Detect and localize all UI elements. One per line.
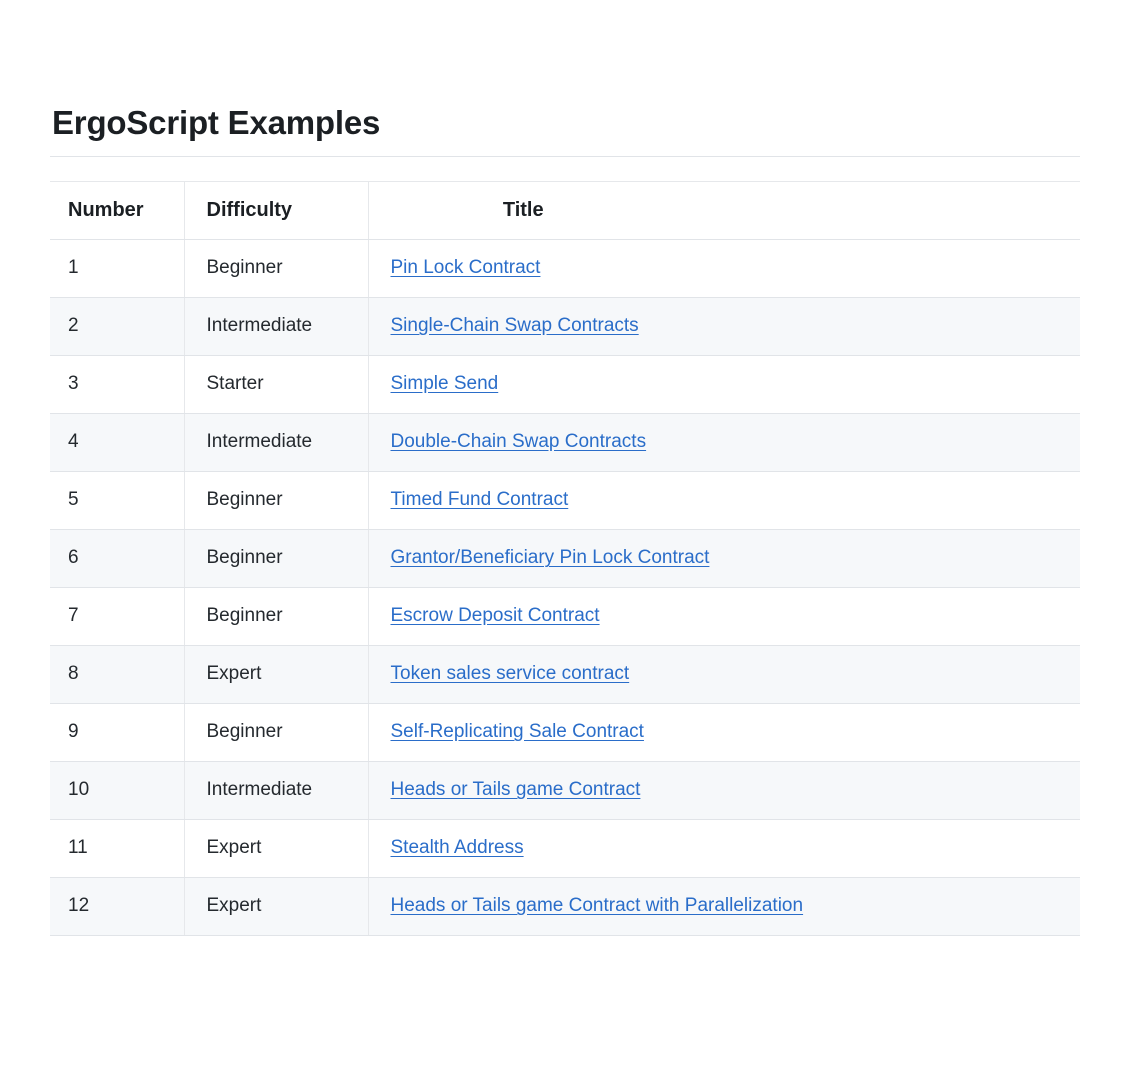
cell-difficulty: Intermediate xyxy=(184,297,369,356)
example-link[interactable]: Single-Chain Swap Contracts xyxy=(391,315,639,336)
example-link[interactable]: Grantor/Beneficiary Pin Lock Contract xyxy=(391,547,710,568)
table-row: 7 Beginner Escrow Deposit Contract xyxy=(50,587,1080,646)
table-row: 10 Intermediate Heads or Tails game Contra… xyxy=(50,761,1080,820)
cell-number: 9 xyxy=(50,703,185,762)
page-root: ErgoScript Examples Number Difficulty Ti… xyxy=(0,0,1148,1080)
cell-title: Stealth Address xyxy=(368,819,1080,878)
cell-title: Pin Lock Contract xyxy=(368,239,1080,298)
cell-title: Self-Replicating Sale Contract xyxy=(368,703,1080,762)
example-link[interactable]: Timed Fund Contract xyxy=(391,489,569,510)
content-container: ErgoScript Examples Number Difficulty Ti… xyxy=(50,104,1080,936)
cell-difficulty: Starter xyxy=(184,355,369,414)
cell-difficulty: Expert xyxy=(184,645,369,704)
table-header-row: Number Difficulty Title xyxy=(50,180,1080,240)
cell-number: 8 xyxy=(50,645,185,704)
cell-difficulty: Beginner xyxy=(184,529,369,588)
cell-difficulty: Expert xyxy=(184,819,369,878)
cell-difficulty: Intermediate xyxy=(184,761,369,820)
example-link[interactable]: Pin Lock Contract xyxy=(391,257,541,278)
column-header-number[interactable]: Number xyxy=(50,180,185,240)
title-divider xyxy=(50,155,1080,157)
table-body: 1 Beginner Pin Lock Contract 2 Intermediate S… xyxy=(50,239,1080,936)
table-header: Number Difficulty Title xyxy=(50,180,1080,240)
table-row: 4 Intermediate Double-Chain Swap Contracts xyxy=(50,413,1080,472)
cell-number: 11 xyxy=(50,819,185,878)
table-row: 5 Beginner Timed Fund Contract xyxy=(50,471,1080,530)
cell-title: Timed Fund Contract xyxy=(368,471,1080,530)
cell-difficulty: Beginner xyxy=(184,239,369,298)
cell-title: Single-Chain Swap Contracts xyxy=(368,297,1080,356)
column-header-title[interactable]: Title xyxy=(368,180,1080,240)
examples-table-container: Number Difficulty Title 1 Beginner Pin Loc… xyxy=(50,180,1080,936)
cell-number: 3 xyxy=(50,355,185,414)
table-row: 8 Expert Token sales service contract xyxy=(50,645,1080,704)
cell-number: 4 xyxy=(50,413,185,472)
cell-title: Heads or Tails game Contract with Parall… xyxy=(368,877,1080,936)
example-link[interactable]: Self-Replicating Sale Contract xyxy=(391,721,644,742)
cell-title: Grantor/Beneficiary Pin Lock Contract xyxy=(368,529,1080,588)
example-link[interactable]: Heads or Tails game Contract with Parall… xyxy=(391,895,804,916)
example-link[interactable]: Heads or Tails game Contract xyxy=(391,779,641,800)
cell-difficulty: Beginner xyxy=(184,587,369,646)
cell-title: Token sales service contract xyxy=(368,645,1080,704)
cell-title: Heads or Tails game Contract xyxy=(368,761,1080,820)
cell-number: 10 xyxy=(50,761,185,820)
table-row: 11 Expert Stealth Address xyxy=(50,819,1080,878)
table-row: 2 Intermediate Single-Chain Swap Contracts xyxy=(50,297,1080,356)
table-row: 3 Starter Simple Send xyxy=(50,355,1080,414)
example-link[interactable]: Simple Send xyxy=(391,373,499,394)
table-row: 9 Beginner Self-Replicating Sale Contract xyxy=(50,703,1080,762)
cell-number: 12 xyxy=(50,877,185,936)
cell-difficulty: Beginner xyxy=(184,471,369,530)
cell-number: 1 xyxy=(50,239,185,298)
example-link[interactable]: Double-Chain Swap Contracts xyxy=(391,431,647,452)
cell-title: Double-Chain Swap Contracts xyxy=(368,413,1080,472)
cell-title: Simple Send xyxy=(368,355,1080,414)
table-row: 1 Beginner Pin Lock Contract xyxy=(50,239,1080,298)
example-link[interactable]: Token sales service contract xyxy=(391,663,630,684)
table-row: 6 Beginner Grantor/Beneficiary Pin Lock Co… xyxy=(50,529,1080,588)
cell-difficulty: Beginner xyxy=(184,703,369,762)
column-header-difficulty[interactable]: Difficulty xyxy=(184,180,369,240)
example-link[interactable]: Stealth Address xyxy=(391,837,524,858)
page-title: ErgoScript Examples xyxy=(52,104,381,141)
example-link[interactable]: Escrow Deposit Contract xyxy=(391,605,600,626)
cell-difficulty: Expert xyxy=(184,877,369,936)
cell-number: 7 xyxy=(50,587,185,646)
cell-number: 2 xyxy=(50,297,185,356)
cell-title: Escrow Deposit Contract xyxy=(368,587,1080,646)
cell-difficulty: Intermediate xyxy=(184,413,369,472)
examples-table: Number Difficulty Title 1 Beginner Pin Loc… xyxy=(50,180,1080,936)
cell-number: 6 xyxy=(50,529,185,588)
cell-number: 5 xyxy=(50,471,185,530)
table-row: 12 Expert Heads or Tails game Contract wit… xyxy=(50,877,1080,936)
